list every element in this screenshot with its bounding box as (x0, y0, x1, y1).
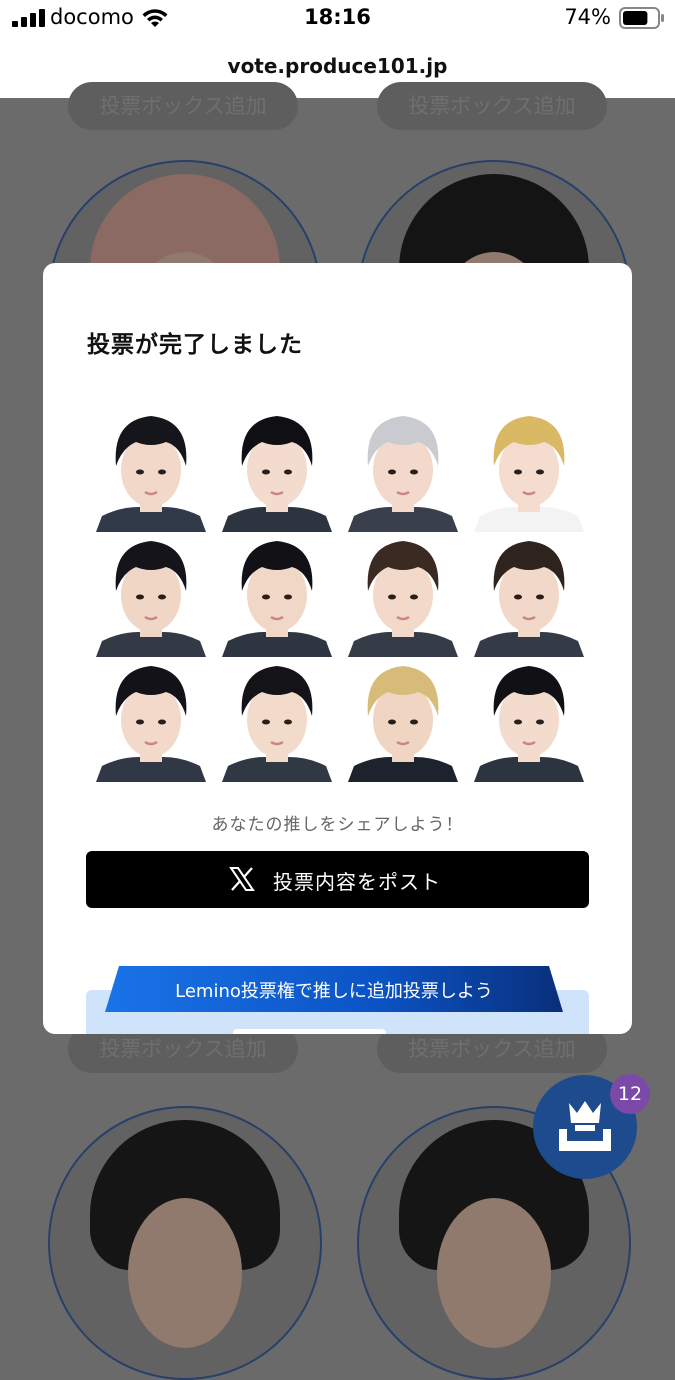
battery-percent: 74% (564, 5, 611, 29)
battery-icon (619, 7, 664, 29)
vote-complete-dialog: 投票が完了しました あなたの推しをシェアしよう！ 投票内容をポスト Lemino… (43, 263, 632, 1034)
crown-ballot-icon (559, 1101, 611, 1151)
trainee-portrait (222, 408, 332, 532)
add-vote-box-button: 投票ボックス追加 (68, 82, 298, 130)
lemino-banner-label: Lemino投票権で推しに追加投票しよう (175, 981, 493, 1002)
lemino-panel-edge (233, 1029, 386, 1034)
trainee-portrait (474, 658, 584, 782)
trainee-portrait (222, 533, 332, 657)
trainee-portrait (348, 658, 458, 782)
dialog-title: 投票が完了しました (87, 332, 303, 358)
trainee-portrait (222, 658, 332, 782)
trainee-portrait (474, 533, 584, 657)
trainee-portrait (96, 658, 206, 782)
ballot-count-badge: 12 (610, 1074, 650, 1114)
trainee-photo-circle (48, 1106, 322, 1380)
voted-trainees-grid (96, 408, 584, 782)
trainee-portrait (348, 408, 458, 532)
status-bar: docomo 18:16 74% (0, 0, 675, 38)
url-text[interactable]: vote.produce101.jp (0, 54, 675, 78)
x-logo-icon (229, 867, 255, 891)
trainee-portrait (96, 533, 206, 657)
post-button-label: 投票内容をポスト (273, 870, 441, 894)
share-caption: あなたの推しをシェアしよう！ (211, 815, 464, 835)
lemino-vote-banner[interactable]: Lemino投票権で推しに追加投票しよう (105, 966, 563, 1012)
trainee-portrait (96, 408, 206, 532)
post-to-x-button[interactable]: 投票内容をポスト (86, 851, 589, 908)
trainee-portrait (348, 533, 458, 657)
trainee-portrait (474, 408, 584, 532)
add-vote-box-button: 投票ボックス追加 (377, 82, 607, 130)
